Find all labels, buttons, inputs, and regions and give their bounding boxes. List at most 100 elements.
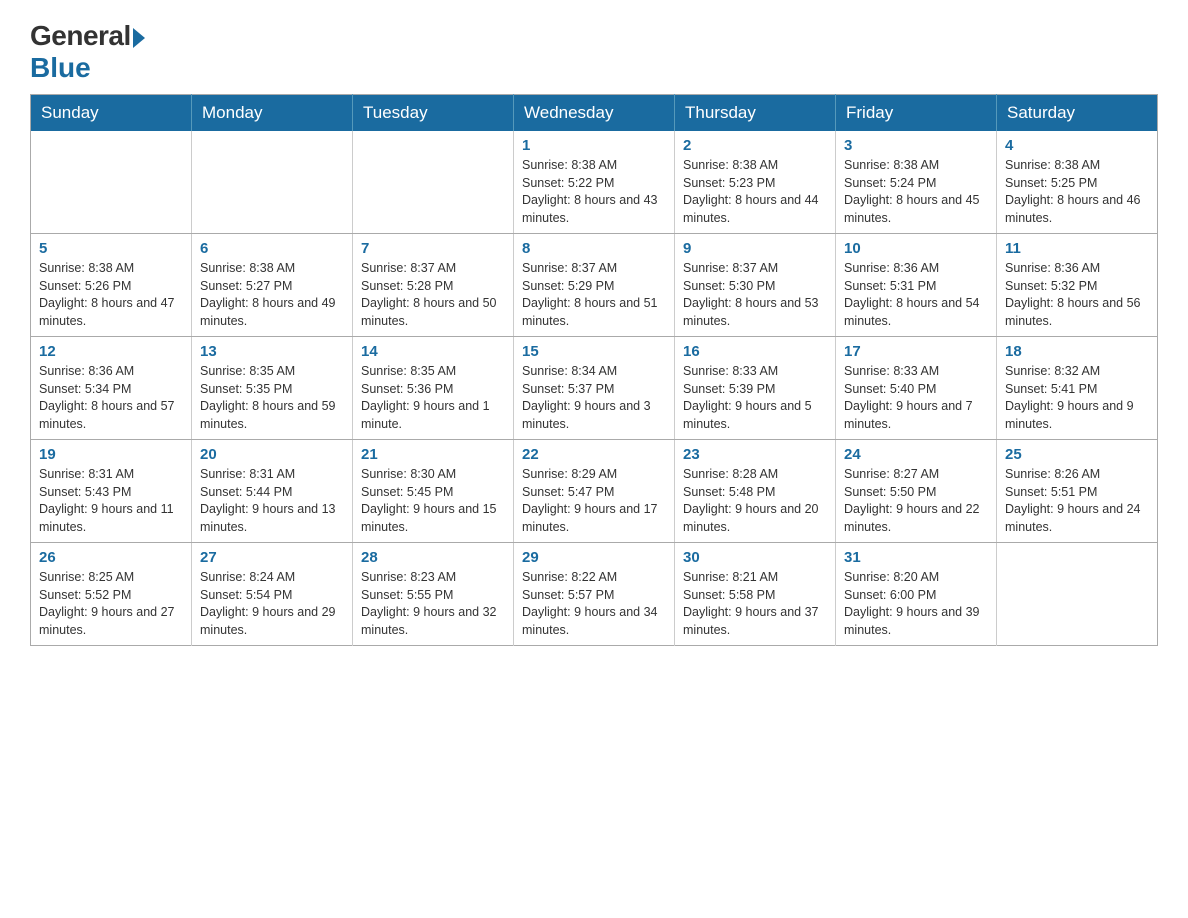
calendar-cell bbox=[192, 131, 353, 234]
calendar-cell: 26 Sunrise: 8:25 AMSunset: 5:52 PMDayligh… bbox=[31, 543, 192, 646]
calendar-cell: 20 Sunrise: 8:31 AMSunset: 5:44 PMDayligh… bbox=[192, 440, 353, 543]
calendar-cell: 31 Sunrise: 8:20 AMSunset: 6:00 PMDayligh… bbox=[836, 543, 997, 646]
day-number: 8 bbox=[522, 240, 666, 257]
day-number: 18 bbox=[1005, 343, 1149, 360]
day-number: 7 bbox=[361, 240, 505, 257]
logo-blue-text: Blue bbox=[30, 52, 91, 84]
day-info: Sunrise: 8:29 AMSunset: 5:47 PMDaylight:… bbox=[522, 466, 666, 536]
calendar-cell: 3 Sunrise: 8:38 AMSunset: 5:24 PMDaylight… bbox=[836, 131, 997, 234]
day-info: Sunrise: 8:36 AMSunset: 5:34 PMDaylight:… bbox=[39, 363, 183, 433]
calendar-cell: 8 Sunrise: 8:37 AMSunset: 5:29 PMDaylight… bbox=[514, 234, 675, 337]
calendar-week-row: 26 Sunrise: 8:25 AMSunset: 5:52 PMDayligh… bbox=[31, 543, 1158, 646]
day-info: Sunrise: 8:31 AMSunset: 5:43 PMDaylight:… bbox=[39, 466, 183, 536]
day-number: 5 bbox=[39, 240, 183, 257]
calendar-cell: 24 Sunrise: 8:27 AMSunset: 5:50 PMDayligh… bbox=[836, 440, 997, 543]
day-info: Sunrise: 8:26 AMSunset: 5:51 PMDaylight:… bbox=[1005, 466, 1149, 536]
day-number: 15 bbox=[522, 343, 666, 360]
day-info: Sunrise: 8:36 AMSunset: 5:31 PMDaylight:… bbox=[844, 260, 988, 330]
calendar-cell: 16Sunrise: 8:33 AMSunset: 5:39 PMDayligh… bbox=[675, 337, 836, 440]
calendar-cell: 1 Sunrise: 8:38 AMSunset: 5:22 PMDaylight… bbox=[514, 131, 675, 234]
day-number: 17 bbox=[844, 343, 988, 360]
day-number: 22 bbox=[522, 446, 666, 463]
day-number: 29 bbox=[522, 549, 666, 566]
logo: General Blue bbox=[30, 20, 145, 84]
calendar-week-row: 1 Sunrise: 8:38 AMSunset: 5:22 PMDaylight… bbox=[31, 131, 1158, 234]
calendar-week-row: 19 Sunrise: 8:31 AMSunset: 5:43 PMDayligh… bbox=[31, 440, 1158, 543]
calendar-cell: 28Sunrise: 8:23 AMSunset: 5:55 PMDayligh… bbox=[353, 543, 514, 646]
calendar-header-row: SundayMondayTuesdayWednesdayThursdayFrid… bbox=[31, 95, 1158, 132]
logo-arrow-icon bbox=[133, 28, 145, 48]
day-number: 31 bbox=[844, 549, 988, 566]
day-info: Sunrise: 8:36 AMSunset: 5:32 PMDaylight:… bbox=[1005, 260, 1149, 330]
day-info: Sunrise: 8:38 AMSunset: 5:22 PMDaylight:… bbox=[522, 157, 666, 227]
calendar-week-row: 5 Sunrise: 8:38 AMSunset: 5:26 PMDaylight… bbox=[31, 234, 1158, 337]
calendar-cell: 12Sunrise: 8:36 AMSunset: 5:34 PMDayligh… bbox=[31, 337, 192, 440]
day-number: 16 bbox=[683, 343, 827, 360]
calendar-cell: 21Sunrise: 8:30 AMSunset: 5:45 PMDayligh… bbox=[353, 440, 514, 543]
day-info: Sunrise: 8:22 AMSunset: 5:57 PMDaylight:… bbox=[522, 569, 666, 639]
day-info: Sunrise: 8:23 AMSunset: 5:55 PMDaylight:… bbox=[361, 569, 505, 639]
day-info: Sunrise: 8:28 AMSunset: 5:48 PMDaylight:… bbox=[683, 466, 827, 536]
day-number: 4 bbox=[1005, 137, 1149, 154]
day-info: Sunrise: 8:25 AMSunset: 5:52 PMDaylight:… bbox=[39, 569, 183, 639]
day-info: Sunrise: 8:32 AMSunset: 5:41 PMDaylight:… bbox=[1005, 363, 1149, 433]
calendar-cell bbox=[31, 131, 192, 234]
calendar-cell: 30 Sunrise: 8:21 AMSunset: 5:58 PMDayligh… bbox=[675, 543, 836, 646]
day-info: Sunrise: 8:38 AMSunset: 5:27 PMDaylight:… bbox=[200, 260, 344, 330]
day-info: Sunrise: 8:27 AMSunset: 5:50 PMDaylight:… bbox=[844, 466, 988, 536]
day-info: Sunrise: 8:24 AMSunset: 5:54 PMDaylight:… bbox=[200, 569, 344, 639]
calendar-cell: 13 Sunrise: 8:35 AMSunset: 5:35 PMDayligh… bbox=[192, 337, 353, 440]
calendar-cell bbox=[353, 131, 514, 234]
calendar-cell: 11Sunrise: 8:36 AMSunset: 5:32 PMDayligh… bbox=[997, 234, 1158, 337]
calendar-cell: 27 Sunrise: 8:24 AMSunset: 5:54 PMDayligh… bbox=[192, 543, 353, 646]
day-info: Sunrise: 8:37 AMSunset: 5:28 PMDaylight:… bbox=[361, 260, 505, 330]
day-info: Sunrise: 8:38 AMSunset: 5:26 PMDaylight:… bbox=[39, 260, 183, 330]
calendar-cell: 2Sunrise: 8:38 AMSunset: 5:23 PMDaylight… bbox=[675, 131, 836, 234]
calendar-cell: 25Sunrise: 8:26 AMSunset: 5:51 PMDayligh… bbox=[997, 440, 1158, 543]
day-info: Sunrise: 8:37 AMSunset: 5:30 PMDaylight:… bbox=[683, 260, 827, 330]
day-info: Sunrise: 8:38 AMSunset: 5:25 PMDaylight:… bbox=[1005, 157, 1149, 227]
day-number: 24 bbox=[844, 446, 988, 463]
day-number: 19 bbox=[39, 446, 183, 463]
day-number: 30 bbox=[683, 549, 827, 566]
day-number: 3 bbox=[844, 137, 988, 154]
day-info: Sunrise: 8:34 AMSunset: 5:37 PMDaylight:… bbox=[522, 363, 666, 433]
day-info: Sunrise: 8:35 AMSunset: 5:36 PMDaylight:… bbox=[361, 363, 505, 433]
day-info: Sunrise: 8:21 AMSunset: 5:58 PMDaylight:… bbox=[683, 569, 827, 639]
day-number: 27 bbox=[200, 549, 344, 566]
calendar-day-header: Saturday bbox=[997, 95, 1158, 132]
logo-general-text: General bbox=[30, 20, 131, 52]
day-info: Sunrise: 8:38 AMSunset: 5:23 PMDaylight:… bbox=[683, 157, 827, 227]
day-number: 6 bbox=[200, 240, 344, 257]
day-info: Sunrise: 8:20 AMSunset: 6:00 PMDaylight:… bbox=[844, 569, 988, 639]
day-number: 23 bbox=[683, 446, 827, 463]
calendar-day-header: Thursday bbox=[675, 95, 836, 132]
calendar-day-header: Wednesday bbox=[514, 95, 675, 132]
calendar-cell: 15 Sunrise: 8:34 AMSunset: 5:37 PMDayligh… bbox=[514, 337, 675, 440]
day-number: 26 bbox=[39, 549, 183, 566]
calendar-cell: 19 Sunrise: 8:31 AMSunset: 5:43 PMDayligh… bbox=[31, 440, 192, 543]
day-number: 1 bbox=[522, 137, 666, 154]
calendar-week-row: 12Sunrise: 8:36 AMSunset: 5:34 PMDayligh… bbox=[31, 337, 1158, 440]
day-info: Sunrise: 8:35 AMSunset: 5:35 PMDaylight:… bbox=[200, 363, 344, 433]
calendar-cell bbox=[997, 543, 1158, 646]
page-header: General Blue bbox=[30, 20, 1158, 84]
day-info: Sunrise: 8:38 AMSunset: 5:24 PMDaylight:… bbox=[844, 157, 988, 227]
day-number: 13 bbox=[200, 343, 344, 360]
calendar-cell: 6 Sunrise: 8:38 AMSunset: 5:27 PMDaylight… bbox=[192, 234, 353, 337]
day-info: Sunrise: 8:37 AMSunset: 5:29 PMDaylight:… bbox=[522, 260, 666, 330]
day-number: 9 bbox=[683, 240, 827, 257]
calendar-cell: 18 Sunrise: 8:32 AMSunset: 5:41 PMDayligh… bbox=[997, 337, 1158, 440]
calendar-day-header: Friday bbox=[836, 95, 997, 132]
calendar-day-header: Tuesday bbox=[353, 95, 514, 132]
day-number: 10 bbox=[844, 240, 988, 257]
calendar-cell: 29 Sunrise: 8:22 AMSunset: 5:57 PMDayligh… bbox=[514, 543, 675, 646]
calendar-cell: 9 Sunrise: 8:37 AMSunset: 5:30 PMDaylight… bbox=[675, 234, 836, 337]
calendar-cell: 4 Sunrise: 8:38 AMSunset: 5:25 PMDaylight… bbox=[997, 131, 1158, 234]
calendar-cell: 10 Sunrise: 8:36 AMSunset: 5:31 PMDayligh… bbox=[836, 234, 997, 337]
day-info: Sunrise: 8:31 AMSunset: 5:44 PMDaylight:… bbox=[200, 466, 344, 536]
calendar-cell: 22 Sunrise: 8:29 AMSunset: 5:47 PMDayligh… bbox=[514, 440, 675, 543]
calendar-cell: 17Sunrise: 8:33 AMSunset: 5:40 PMDayligh… bbox=[836, 337, 997, 440]
day-number: 20 bbox=[200, 446, 344, 463]
day-number: 14 bbox=[361, 343, 505, 360]
